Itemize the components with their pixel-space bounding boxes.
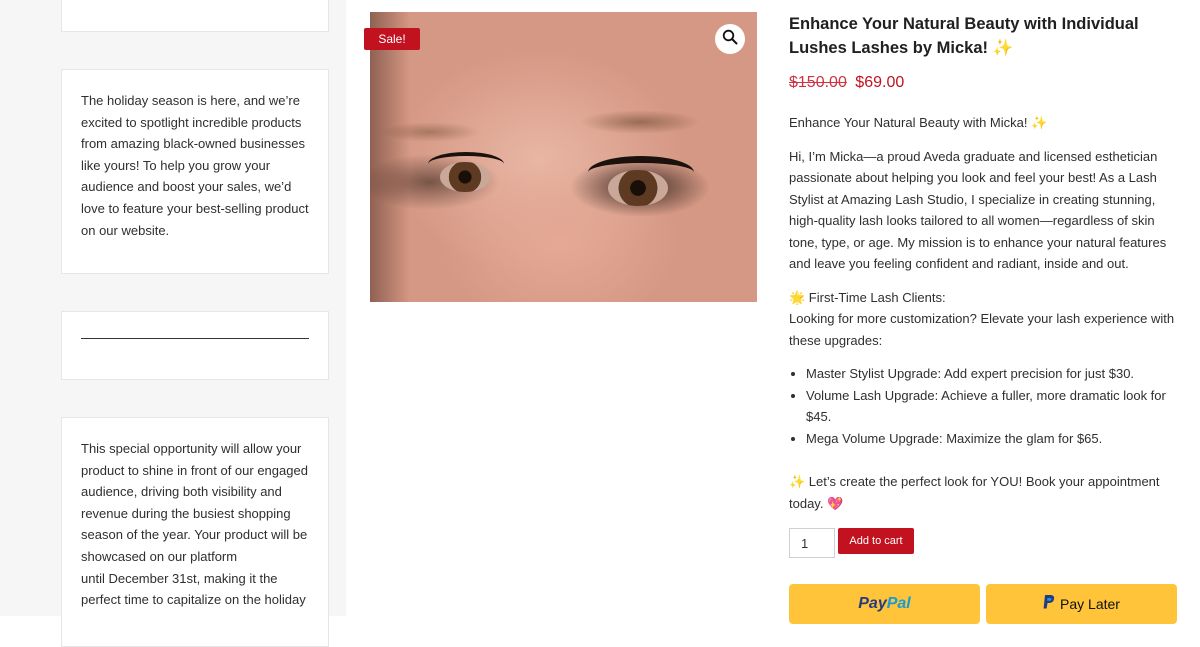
sidebar-card-opportunity: This special opportunity will allow your… — [61, 417, 329, 647]
sidebar-card-divider — [61, 311, 329, 380]
zoom-button[interactable] — [715, 24, 745, 54]
upgrades-list: Master Stylist Upgrade: Add expert preci… — [789, 363, 1181, 449]
upgrade-item-master: Master Stylist Upgrade: Add expert preci… — [806, 363, 1181, 385]
product-intro: Enhance Your Natural Beauty with Micka! … — [789, 115, 1048, 130]
sale-price: $69.00 — [855, 74, 905, 91]
divider-line — [81, 338, 309, 339]
product-image[interactable] — [370, 12, 757, 302]
original-price: $150.00 — [789, 74, 847, 91]
price-block: $150.00 $69.00 — [789, 72, 1181, 94]
paypal-logo-pay: Pay — [858, 595, 887, 612]
quantity-input[interactable] — [789, 528, 835, 558]
product-details: Enhance Your Natural Beauty with Individ… — [789, 12, 1181, 558]
pay-later-button[interactable]: Pay Later — [986, 584, 1177, 624]
payment-buttons: PayPal Pay Later — [789, 584, 1181, 624]
eye-left — [440, 162, 490, 192]
product-bio: Hi, I’m Micka—a proud Aveda graduate and… — [789, 148, 1167, 272]
pay-later-label: Pay Later — [1060, 596, 1120, 612]
opportunity-text: This special opportunity will allow your… — [81, 441, 308, 564]
sale-badge: Sale! — [364, 28, 420, 50]
paypal-logo: PayPal — [858, 595, 910, 613]
sidebar-card-top — [61, 0, 329, 32]
opportunity-text-continued: until December 31st, making it the perfe… — [81, 570, 306, 608]
product-title: Enhance Your Natural Beauty with Individ… — [789, 15, 1139, 57]
eye-right — [608, 170, 668, 206]
first-time-text: Looking for more customization? Elevate … — [789, 311, 1175, 348]
upgrade-item-volume: Volume Lash Upgrade: Achieve a fuller, m… — [806, 385, 1181, 428]
image-shadow — [370, 12, 410, 302]
first-time-heading: 🌟 First-Time Lash Clients: — [789, 289, 946, 305]
paypal-button[interactable]: PayPal — [789, 584, 980, 624]
paypal-logo-pal: Pal — [886, 595, 911, 612]
add-to-cart-button[interactable]: Add to cart — [838, 528, 914, 554]
magnifier-icon — [722, 29, 738, 50]
cart-form: Add to cart — [789, 528, 1181, 558]
first-time-section: 🌟 First-Time Lash Clients: Looking for m… — [789, 287, 1181, 352]
paypal-p-icon — [1043, 594, 1055, 614]
booking-cta: ✨ Let’s create the perfect look for YOU!… — [789, 474, 1160, 511]
sidebar: The holiday season is here, and we’re ex… — [0, 0, 346, 647]
holiday-intro-text: The holiday season is here, and we’re ex… — [81, 93, 309, 238]
sidebar-card-holiday: The holiday season is here, and we’re ex… — [61, 69, 329, 274]
upgrade-item-mega-volume: Mega Volume Upgrade: Maximize the glam f… — [806, 428, 1181, 450]
